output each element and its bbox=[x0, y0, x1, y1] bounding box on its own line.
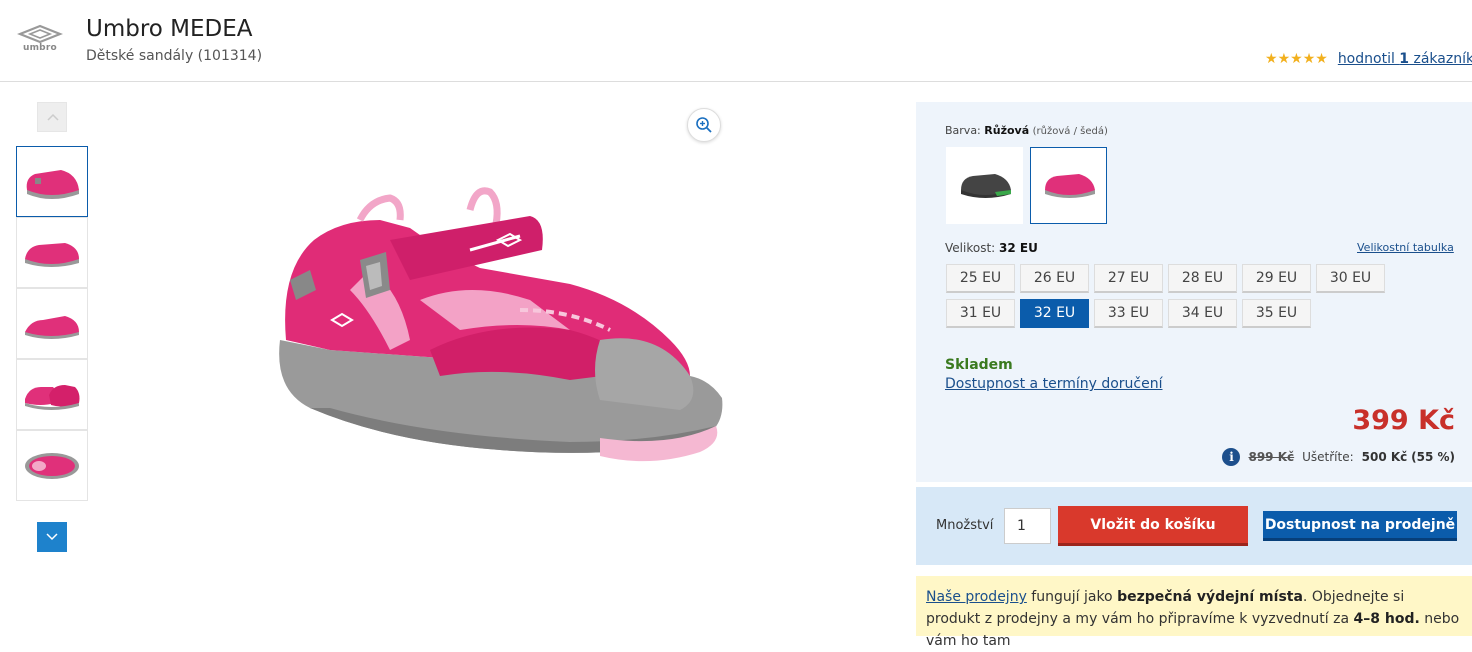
chevron-up-icon bbox=[47, 113, 59, 121]
umbro-logo[interactable]: umbro bbox=[16, 24, 64, 58]
rating-stars: ★ ★ ★ ★ ★ bbox=[1265, 52, 1328, 66]
store-availability-button[interactable]: Dostupnost na prodejně bbox=[1263, 511, 1457, 541]
gallery-up-button[interactable] bbox=[37, 102, 67, 132]
size-label-text: Velikost: bbox=[945, 241, 996, 255]
umbro-logo-text: umbro bbox=[23, 43, 57, 53]
thumbnail-1[interactable] bbox=[16, 146, 88, 217]
color-swatch-black[interactable] bbox=[946, 147, 1023, 224]
selected-color: Růžová bbox=[984, 124, 1030, 137]
savings-value: 500 Kč bbox=[1361, 450, 1408, 464]
color-detail: (růžová / šedá) bbox=[1032, 126, 1108, 137]
reviews-link[interactable]: hodnotil 1 zákazník bbox=[1338, 51, 1472, 67]
reviews-link-prefix: hodnotil bbox=[1337, 51, 1400, 67]
page-title: Umbro MEDEA bbox=[86, 16, 253, 42]
reviews-count: 1 bbox=[1399, 51, 1410, 67]
size-table-link[interactable]: Velikostní tabulka bbox=[1357, 241, 1454, 254]
size-option-28[interactable]: 28 EU bbox=[1168, 264, 1237, 293]
thumbnail-2[interactable] bbox=[16, 217, 88, 288]
size-option-34[interactable]: 34 EU bbox=[1168, 299, 1237, 328]
size-option-29[interactable]: 29 EU bbox=[1242, 264, 1311, 293]
size-label: Velikost: 32 EU bbox=[945, 241, 1038, 255]
size-option-32[interactable]: 32 EU bbox=[1020, 299, 1089, 328]
zoom-in-icon bbox=[696, 117, 712, 133]
store-pickup-notice: Naše prodejny fungují jako bezpečná výde… bbox=[916, 576, 1472, 649]
old-price: 899 Kč bbox=[1248, 450, 1295, 464]
size-option-27[interactable]: 27 EU bbox=[1094, 264, 1163, 293]
info-icon[interactable]: i bbox=[1222, 448, 1241, 466]
thumbnail-3[interactable] bbox=[16, 288, 88, 359]
selected-size: 32 EU bbox=[999, 241, 1038, 255]
color-label-text: Barva: bbox=[945, 124, 981, 137]
product-subtitle: Dětské sandály (101314) bbox=[86, 48, 263, 64]
zoom-button[interactable] bbox=[687, 108, 721, 142]
stock-status: Skladem bbox=[945, 357, 1013, 373]
thumbnail-4[interactable] bbox=[16, 359, 88, 430]
add-to-cart-button[interactable]: Vložit do košíku bbox=[1058, 506, 1248, 546]
delivery-info-link[interactable]: Dostupnost a termíny doručení bbox=[945, 376, 1163, 392]
size-option-33[interactable]: 33 EU bbox=[1094, 299, 1163, 328]
main-product-image[interactable] bbox=[270, 180, 730, 470]
size-option-31[interactable]: 31 EU bbox=[946, 299, 1015, 328]
color-label: Barva: Růžová (růžová / šedá) bbox=[945, 124, 1108, 137]
savings-percent: (55 %) bbox=[1411, 450, 1455, 464]
quantity-label: Množství bbox=[936, 518, 994, 533]
add-to-cart-bar: Množství 1 Vložit do košíku Dostupnost n… bbox=[916, 487, 1472, 565]
star-icon: ★ bbox=[1265, 51, 1278, 67]
current-price: 399 Kč bbox=[1352, 405, 1455, 436]
gallery-down-button[interactable] bbox=[37, 522, 67, 552]
star-icon: ★ bbox=[1277, 51, 1291, 67]
star-icon: ★ bbox=[1302, 51, 1316, 67]
size-options: 25 EU 26 EU 27 EU 28 EU 29 EU 30 EU 31 E… bbox=[946, 264, 1396, 328]
star-icon: ★ bbox=[1315, 51, 1328, 67]
size-option-35[interactable]: 35 EU bbox=[1242, 299, 1311, 328]
size-option-25[interactable]: 25 EU bbox=[946, 264, 1015, 293]
price-details: i 899 Kč Ušetříte: 500 Kč (55 %) bbox=[1222, 448, 1455, 466]
size-option-26[interactable]: 26 EU bbox=[1020, 264, 1089, 293]
our-stores-link[interactable]: Naše prodejny bbox=[926, 589, 1027, 605]
notice-bold-1: bezpečná výdejní místa bbox=[1117, 589, 1303, 605]
quantity-input[interactable]: 1 bbox=[1004, 508, 1051, 544]
savings-label: Ušetříte: bbox=[1302, 450, 1354, 464]
chevron-down-icon bbox=[46, 533, 58, 541]
color-swatch-pink[interactable] bbox=[1030, 147, 1107, 224]
thumbnail-5[interactable] bbox=[16, 430, 88, 501]
thumbnail-list bbox=[16, 146, 88, 501]
notice-bold-2: 4–8 hod. bbox=[1353, 611, 1420, 627]
reviews-link-suffix: zákazník bbox=[1409, 51, 1472, 67]
size-option-30[interactable]: 30 EU bbox=[1316, 264, 1385, 293]
product-options-panel: Barva: Růžová (růžová / šedá) Velikost: … bbox=[916, 102, 1472, 482]
notice-text-1: fungují jako bbox=[1026, 589, 1118, 605]
product-header: umbro Umbro MEDEA Dětské sandály (101314… bbox=[0, 0, 1472, 82]
star-icon: ★ bbox=[1290, 51, 1303, 67]
rating-summary: ★ ★ ★ ★ ★ hodnotil 1 zákazník bbox=[1265, 51, 1472, 67]
